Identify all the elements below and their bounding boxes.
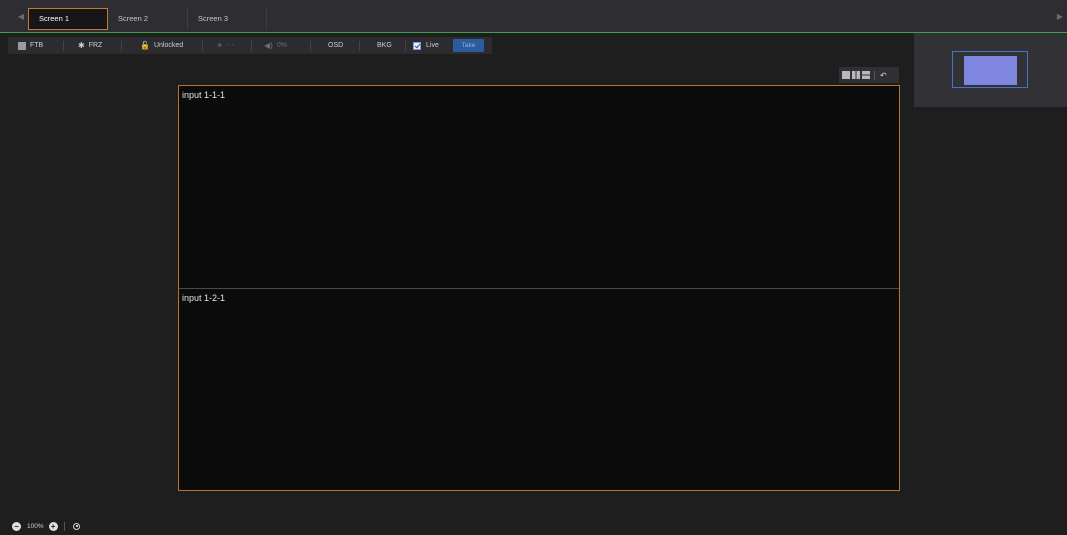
layout-single-icon[interactable] (842, 71, 850, 79)
zoom-out-icon[interactable]: − (12, 521, 21, 531)
zoom-controls: − 100% + (12, 520, 80, 532)
frz-label: FRZ (88, 42, 103, 49)
ftb-label: FTB (30, 42, 44, 49)
brightness-icon: ☀ (216, 41, 224, 50)
bkg-button[interactable]: BKG (377, 37, 392, 54)
brightness-control[interactable]: ☀ - - (216, 37, 234, 54)
volume-control[interactable]: ◀) 0% (264, 37, 287, 54)
take-button[interactable]: Take (453, 39, 484, 52)
toolbar-divider (63, 41, 64, 51)
tab-label: Screen 2 (118, 14, 149, 23)
toolbar-divider (405, 41, 406, 51)
preview-viewport[interactable] (952, 51, 1028, 88)
toolbar-divider (121, 41, 122, 51)
layout-tools: ↶ (839, 67, 899, 83)
input-window[interactable]: input 1-2-1 (179, 289, 899, 490)
live-toggle[interactable]: Live (413, 37, 439, 54)
app-root: ◀ Screen 1 Screen 2 Screen 3 ▶ FTB ✱ FRZ… (0, 0, 1067, 535)
tab-label: Screen 1 (39, 14, 70, 23)
toolbar-divider (310, 41, 311, 51)
window-label: input 1-2-1 (182, 293, 226, 303)
volume-value: 0% (276, 42, 287, 49)
input-window[interactable]: input 1-1-1 (179, 86, 899, 289)
speaker-icon: ◀) (264, 41, 273, 50)
screen-toolbar: FTB ✱ FRZ 🔓 Unlocked ☀ - - ◀) 0% OSD BKG (8, 37, 492, 54)
take-label: Take (461, 42, 476, 49)
bkg-label: BKG (377, 42, 392, 49)
reset-zoom-icon[interactable] (72, 522, 80, 530)
lock-button[interactable]: 🔓 Unlocked (140, 37, 183, 54)
ftb-button[interactable]: FTB (18, 37, 43, 54)
layout-tools-divider (874, 70, 875, 80)
layout-rows-icon[interactable] (862, 71, 870, 79)
toolbar-divider (359, 41, 360, 51)
live-checkbox[interactable] (413, 41, 421, 50)
zoom-level: 100% (27, 522, 44, 530)
screen-canvas[interactable]: input 1-1-1 input 1-2-1 (178, 85, 900, 491)
lock-label: Unlocked (153, 42, 184, 49)
toolbar-divider (251, 41, 252, 51)
tab-screen-3[interactable]: Screen 3 (188, 8, 267, 30)
frz-button[interactable]: ✱ FRZ (78, 37, 102, 54)
layout-columns-icon[interactable] (852, 71, 860, 79)
zoom-divider (63, 521, 65, 531)
snowflake-icon: ✱ (78, 41, 85, 50)
screen-tab-bar: ◀ Screen 1 Screen 2 Screen 3 ▶ (0, 0, 1067, 33)
toolbar-divider (202, 41, 203, 51)
live-label: Live (426, 42, 439, 49)
screen-preview-panel (914, 33, 1067, 107)
tabs-scroll-right-icon[interactable]: ▶ (1055, 10, 1065, 22)
zoom-in-icon[interactable]: + (48, 521, 58, 531)
osd-button[interactable]: OSD (328, 37, 343, 54)
preview-screen-thumbnail (964, 56, 1017, 85)
tab-label: Screen 3 (198, 14, 229, 23)
brightness-value: - - (227, 42, 234, 49)
ftb-icon (18, 41, 26, 50)
tabs-scroll-left-icon[interactable]: ◀ (16, 10, 26, 22)
window-label: input 1-1-1 (182, 90, 226, 100)
undo-icon[interactable]: ↶ (880, 71, 887, 80)
tab-screen-1[interactable]: Screen 1 (28, 8, 108, 30)
tab-screen-2[interactable]: Screen 2 (108, 8, 188, 30)
unlock-icon: 🔓 (140, 41, 150, 50)
osd-label: OSD (328, 42, 344, 49)
